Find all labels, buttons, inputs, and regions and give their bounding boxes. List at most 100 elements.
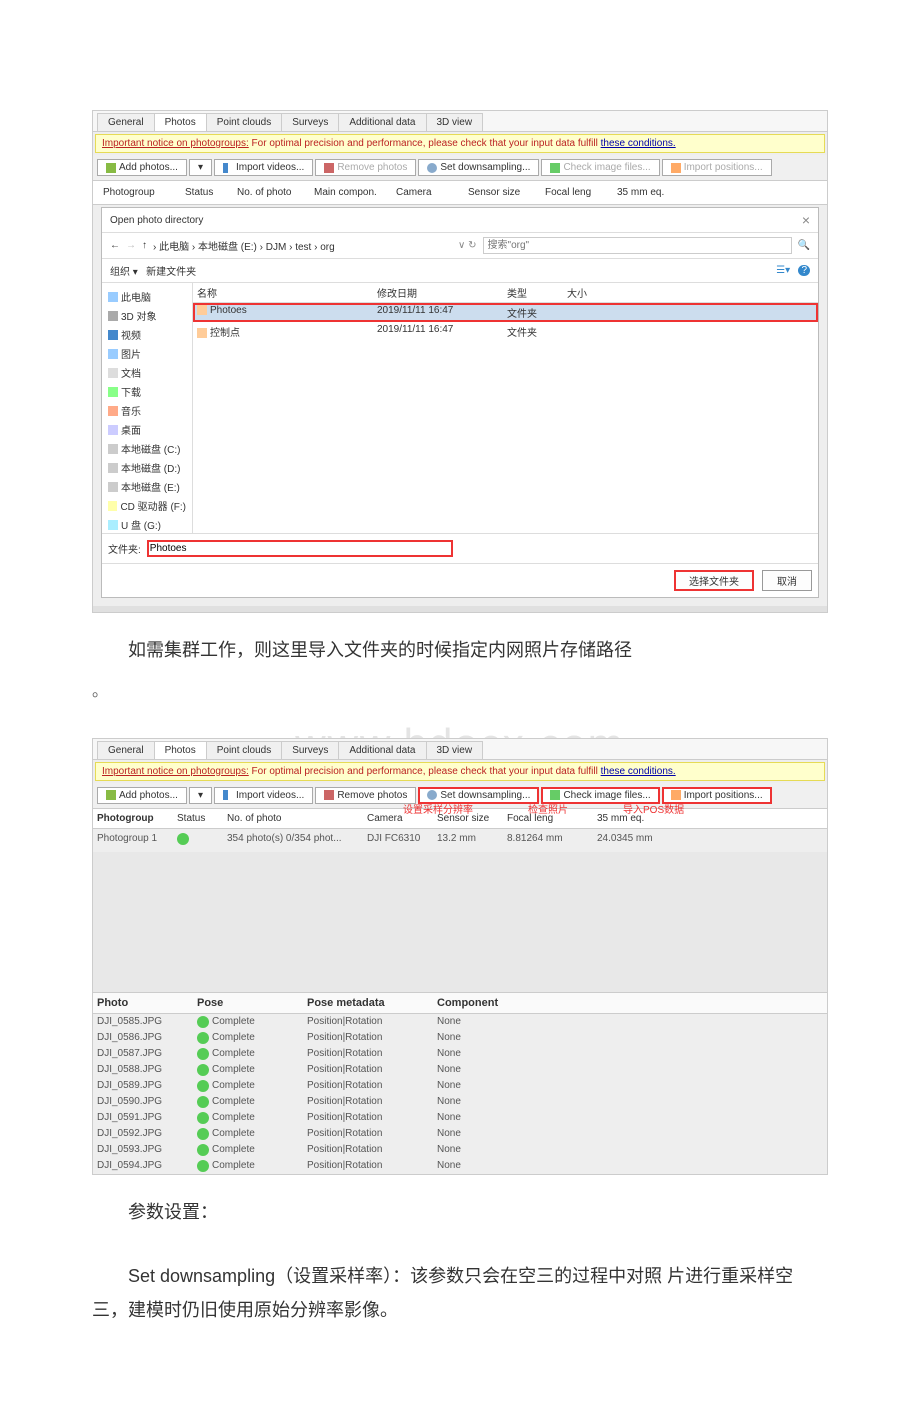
search-input[interactable] xyxy=(483,237,792,254)
nav-back[interactable]: ← xyxy=(110,240,120,251)
nav-3d-objects[interactable]: 3D 对象 xyxy=(102,306,192,325)
nav-disk-e[interactable]: 本地磁盘 (E:) xyxy=(102,477,192,496)
paragraph-1: 如需集群工作，则这里导入文件夹的时候指定内网照片存储路径 xyxy=(92,633,828,667)
select-folder-button[interactable]: 选择文件夹 xyxy=(674,570,754,591)
photo-table-header: Photo Pose Pose metadata Component xyxy=(93,992,827,1014)
annotation-check: 检查照片 xyxy=(528,801,568,816)
tab-additional-data[interactable]: Additional data xyxy=(338,741,426,759)
photo-row[interactable]: DJI_0588.JPGCompletePosition|RotationNon… xyxy=(93,1062,827,1078)
file-row[interactable]: Photoes 2019/11/11 16:47 文件夹 xyxy=(193,303,818,322)
organize-menu[interactable]: 组织 ▾ xyxy=(110,267,138,278)
notice-text: For optimal precision and performance, p… xyxy=(249,138,601,149)
col-status: Status xyxy=(177,813,227,824)
paragraph-2: 参数设置： xyxy=(92,1195,828,1229)
tab-additional-data[interactable]: Additional data xyxy=(338,113,426,131)
status-ok-icon xyxy=(197,1016,209,1028)
remove-photos-button[interactable]: Remove photos xyxy=(315,159,416,176)
col-photogroup: Photogroup xyxy=(97,185,179,200)
status-ok-icon xyxy=(197,1128,209,1140)
import-videos-button[interactable]: Import videos... xyxy=(214,787,313,804)
nav-this-pc[interactable]: 此电脑 xyxy=(102,287,192,306)
nav-downloads[interactable]: 下载 xyxy=(102,382,192,401)
tab-general[interactable]: General xyxy=(97,741,155,759)
col-date[interactable]: 修改日期 xyxy=(377,285,507,300)
set-downsampling-button[interactable]: Set downsampling... xyxy=(418,159,539,176)
status-ok-icon xyxy=(197,1048,209,1060)
notice-link[interactable]: these conditions. xyxy=(601,138,676,149)
add-photos-button[interactable]: Add photos... xyxy=(97,159,187,176)
notice-text: For optimal precision and performance, p… xyxy=(249,766,601,777)
tab-3d-view[interactable]: 3D view xyxy=(426,113,484,131)
new-folder-button[interactable]: 新建文件夹 xyxy=(146,267,196,278)
check-image-button[interactable]: Check image files... xyxy=(541,159,659,176)
add-photos-dropdown[interactable]: ▾ xyxy=(189,787,212,804)
col-type[interactable]: 类型 xyxy=(507,285,567,300)
col-focal: Focal leng xyxy=(539,185,611,200)
col-main-comp: Main compon. xyxy=(308,185,390,200)
notice-link[interactable]: these conditions. xyxy=(601,766,676,777)
help-icon[interactable]: ? xyxy=(798,265,810,276)
import-positions-button[interactable]: Import positions... xyxy=(662,159,772,176)
tab-3d-view[interactable]: 3D view xyxy=(426,741,484,759)
nav-documents[interactable]: 文档 xyxy=(102,363,192,382)
photo-row[interactable]: DJI_0593.JPGCompletePosition|RotationNon… xyxy=(93,1142,827,1158)
tab-surveys[interactable]: Surveys xyxy=(281,741,339,759)
nav-disk-c[interactable]: 本地磁盘 (C:) xyxy=(102,439,192,458)
nav-desktop[interactable]: 桌面 xyxy=(102,420,192,439)
pos-icon xyxy=(671,790,681,800)
nav-pictures[interactable]: 图片 xyxy=(102,344,192,363)
col-name[interactable]: 名称 xyxy=(197,285,377,300)
col-size[interactable]: 大小 xyxy=(567,285,627,300)
nav-up[interactable]: ↑ xyxy=(142,240,147,251)
notice-label: Important notice on photogroups: xyxy=(102,766,249,777)
annotation-sampling: 设置采样分辨率 xyxy=(403,801,473,816)
nav-music[interactable]: 音乐 xyxy=(102,401,192,420)
remove-icon xyxy=(324,790,334,800)
close-icon[interactable]: × xyxy=(802,212,810,228)
photo-row[interactable]: DJI_0591.JPGCompletePosition|RotationNon… xyxy=(93,1110,827,1126)
tab-point-clouds[interactable]: Point clouds xyxy=(206,741,282,759)
photo-row[interactable]: DJI_0586.JPGCompletePosition|RotationNon… xyxy=(93,1030,827,1046)
tab-photos[interactable]: Photos xyxy=(154,741,207,759)
photo-row[interactable]: DJI_0585.JPGCompletePosition|RotationNon… xyxy=(93,1014,827,1030)
view-mode-icon[interactable]: ☰▾ xyxy=(776,265,790,276)
screenshot-top: General Photos Point clouds Surveys Addi… xyxy=(92,110,828,613)
tab-general[interactable]: General xyxy=(97,113,155,131)
photo-row[interactable]: DJI_0594.JPGCompletePosition|RotationNon… xyxy=(93,1158,827,1174)
folder-label: 文件夹: xyxy=(108,541,141,556)
pos-icon xyxy=(671,163,681,173)
status-ok-icon xyxy=(197,1080,209,1092)
nav-forward[interactable]: → xyxy=(126,240,136,251)
status-ok-icon xyxy=(197,1160,209,1172)
nav-disk-d[interactable]: 本地磁盘 (D:) xyxy=(102,458,192,477)
photo-row[interactable]: DJI_0589.JPGCompletePosition|RotationNon… xyxy=(93,1078,827,1094)
nav-tree: 此电脑 3D 对象 视频 图片 文档 下载 音乐 桌面 本地磁盘 (C:) 本地… xyxy=(102,283,193,533)
folder-name-input[interactable] xyxy=(147,540,453,557)
tab-surveys[interactable]: Surveys xyxy=(281,113,339,131)
cancel-button[interactable]: 取消 xyxy=(762,570,812,591)
file-row[interactable]: 控制点 2019/11/11 16:47 文件夹 xyxy=(193,322,818,341)
import-videos-button[interactable]: Import videos... xyxy=(214,159,313,176)
tab-photos[interactable]: Photos xyxy=(154,113,207,131)
check-icon xyxy=(550,163,560,173)
paragraph-3: Set downsampling（设置采样率）：该参数只会在空三的过程中对照 片… xyxy=(92,1259,828,1327)
video-icon xyxy=(223,790,233,800)
folder-icon xyxy=(197,328,207,338)
photogroup-header: Photogroup Status No. of photo Main comp… xyxy=(93,181,827,205)
nav-videos[interactable]: 视频 xyxy=(102,325,192,344)
photo-row[interactable]: DJI_0592.JPGCompletePosition|RotationNon… xyxy=(93,1126,827,1142)
add-photos-button[interactable]: Add photos... xyxy=(97,787,187,804)
col-photogroup: Photogroup xyxy=(97,813,177,824)
remove-photos-button[interactable]: Remove photos xyxy=(315,787,416,804)
nav-usb[interactable]: U 盘 (G:) xyxy=(102,515,192,533)
add-photos-dropdown[interactable]: ▾ xyxy=(189,159,212,176)
photo-row[interactable]: DJI_0590.JPGCompletePosition|RotationNon… xyxy=(93,1094,827,1110)
annotation-pos: 导入POS数据 xyxy=(623,801,684,816)
breadcrumb[interactable]: › 此电脑 › 本地磁盘 (E:) › DJM › test › org xyxy=(153,238,452,253)
file-list: 名称 修改日期 类型 大小 Photoes 2019/11/11 16:47 文… xyxy=(193,283,818,533)
photogroup-row[interactable]: Photogroup 1 354 photo(s) 0/354 phot... … xyxy=(93,829,827,852)
photo-row[interactable]: DJI_0587.JPGCompletePosition|RotationNon… xyxy=(93,1046,827,1062)
tab-point-clouds[interactable]: Point clouds xyxy=(206,113,282,131)
search-icon[interactable]: 🔍 xyxy=(798,240,810,251)
nav-cd[interactable]: CD 驱动器 (F:) xyxy=(102,496,192,515)
